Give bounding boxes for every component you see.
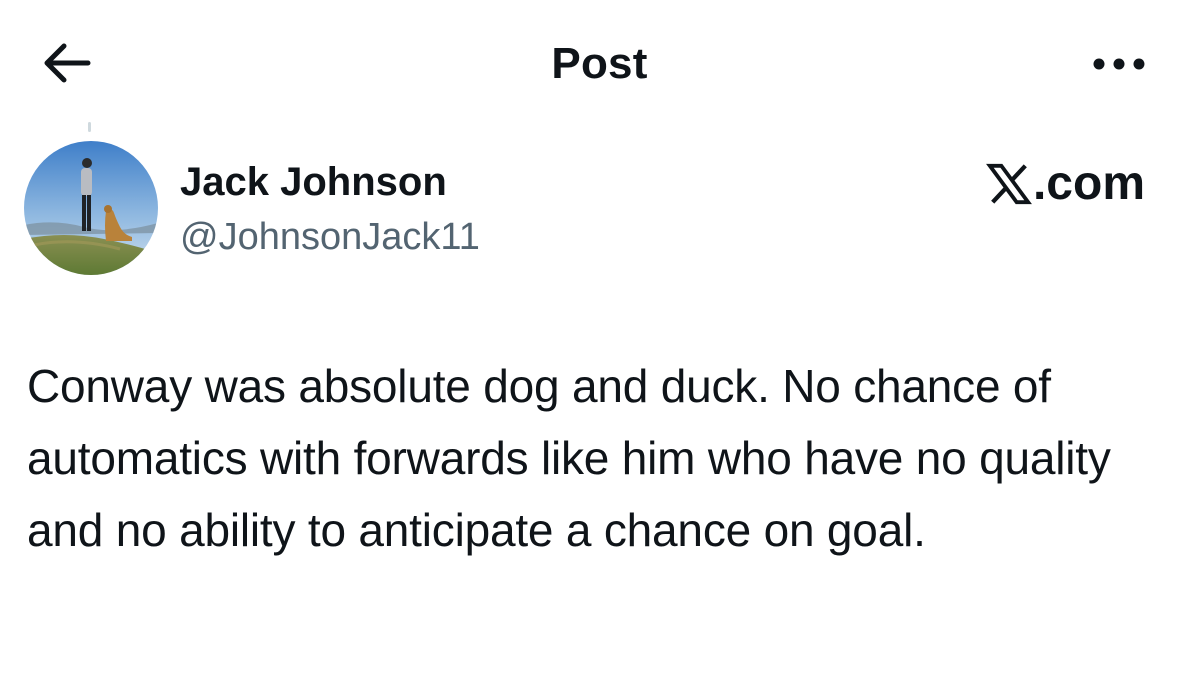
profile-photo xyxy=(24,141,158,275)
more-options-button[interactable] xyxy=(1089,44,1149,84)
avatar[interactable] xyxy=(24,141,158,275)
author-display-name[interactable]: Jack Johnson xyxy=(180,158,447,206)
watermark-text: .com xyxy=(1032,157,1145,210)
x-logo-icon xyxy=(986,163,1032,205)
x-com-watermark: .com xyxy=(986,156,1145,212)
post-text: Conway was absolute dog and duck. No cha… xyxy=(27,360,1111,556)
page-title: Post xyxy=(551,39,648,88)
top-bar: Post xyxy=(0,0,1199,120)
more-horizontal-icon xyxy=(1093,58,1145,70)
author-handle[interactable]: @JohnsonJack11 xyxy=(180,214,480,260)
thread-connector-line xyxy=(88,122,91,132)
